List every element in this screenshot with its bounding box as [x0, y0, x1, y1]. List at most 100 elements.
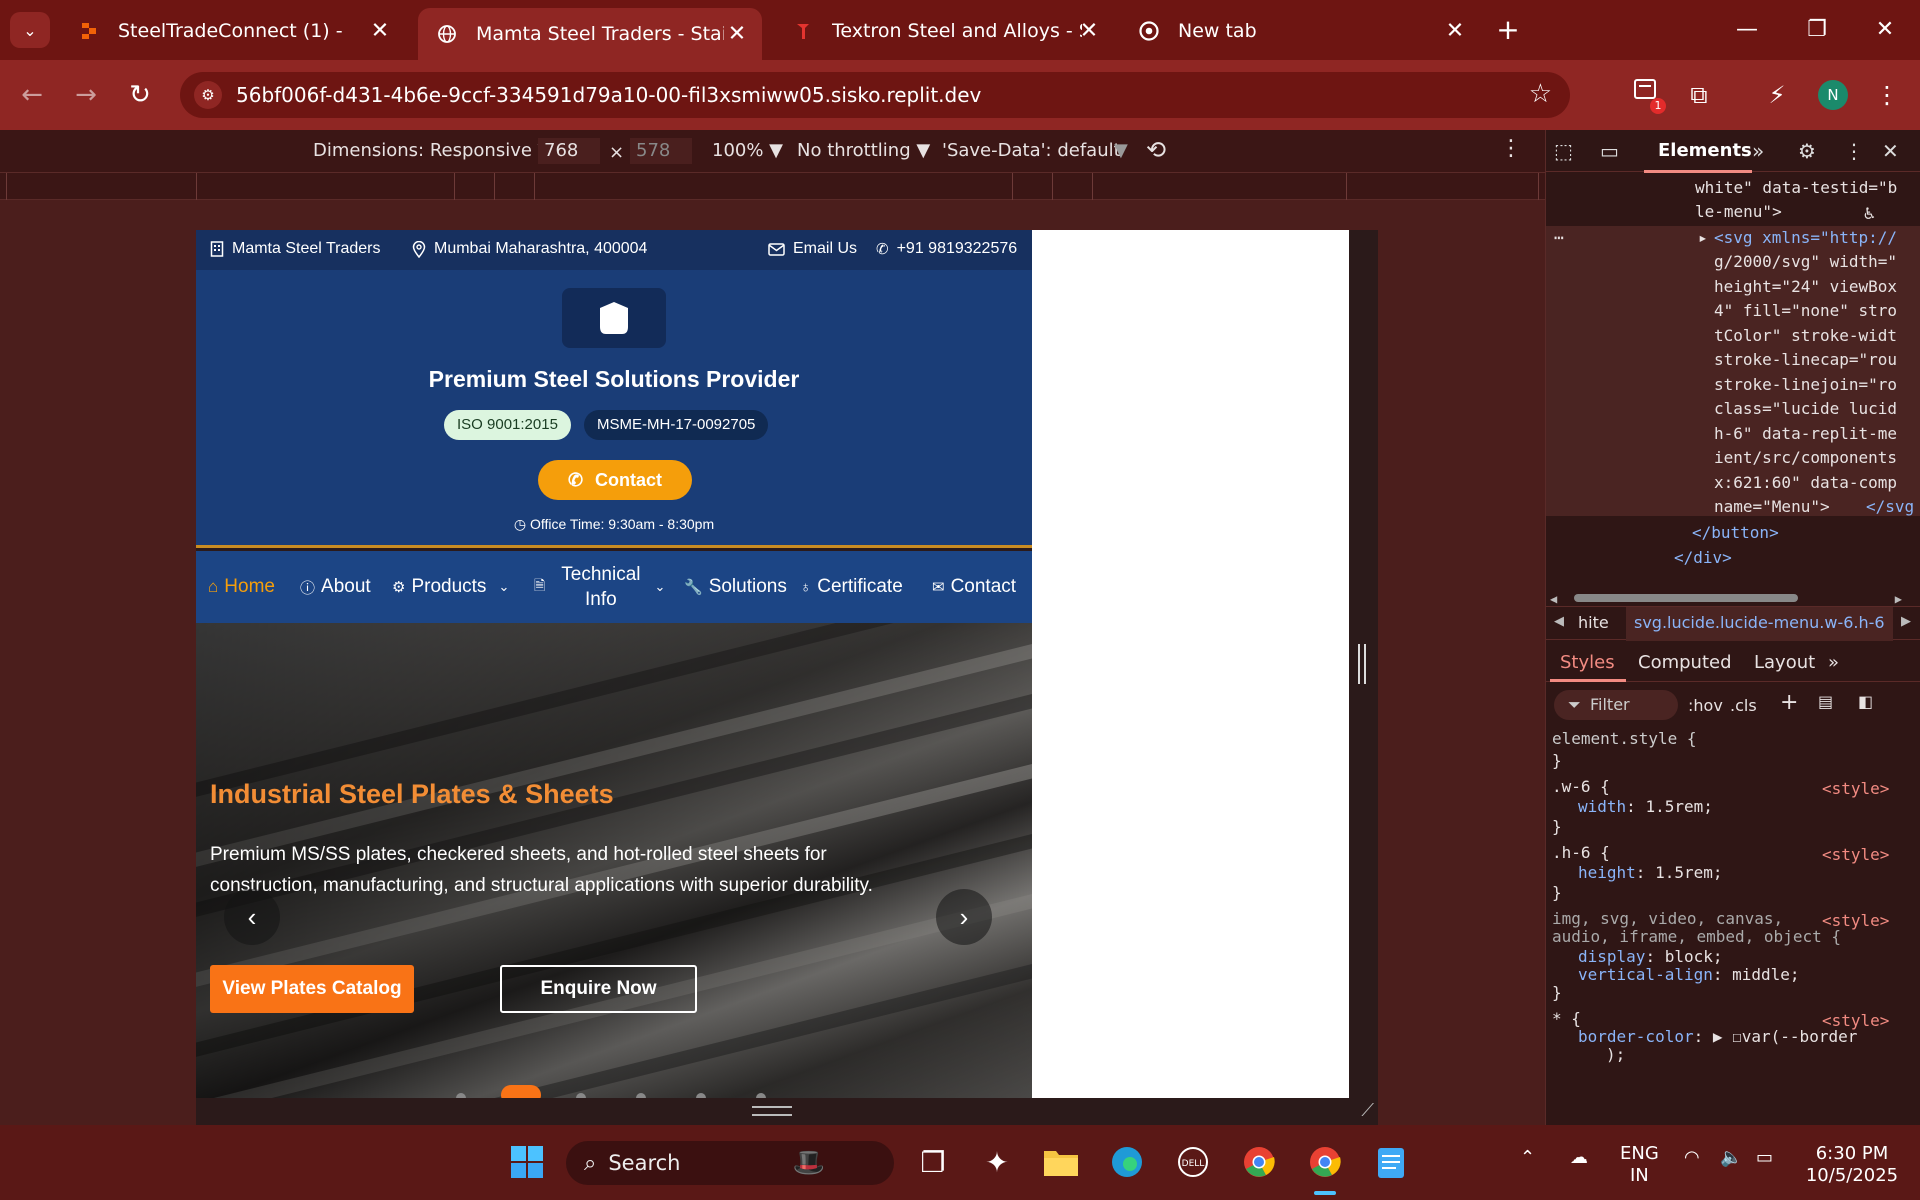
onedrive-icon[interactable]: ☁ — [1570, 1147, 1588, 1169]
kebab-icon[interactable]: ⋮ — [1844, 139, 1864, 163]
dom-line[interactable]: </button> — [1692, 521, 1779, 546]
restore-icon[interactable]: ❐ — [1792, 10, 1842, 50]
dell-icon[interactable]: DELL — [1170, 1139, 1216, 1185]
back-icon[interactable]: ← — [14, 77, 50, 113]
dom-line[interactable]: <svg xmlns="http:// — [1714, 226, 1897, 251]
save-data-select[interactable]: 'Save-Data': default — [942, 140, 1121, 161]
width-input[interactable]: 768 — [538, 138, 600, 164]
nav-contact[interactable]: ✉ Contact — [932, 551, 1016, 623]
email-link[interactable]: Email Us — [768, 240, 857, 258]
dom-line[interactable]: tColor" stroke-widt — [1714, 324, 1897, 349]
chrome-icon[interactable] — [1236, 1139, 1282, 1185]
menu-kebab-icon[interactable]: ⋮ — [1868, 76, 1906, 114]
tab-styles[interactable]: Styles — [1560, 652, 1615, 673]
task-view-icon[interactable]: ❐ — [910, 1139, 956, 1185]
breadcrumb-right-icon[interactable]: ▶ — [1901, 614, 1911, 629]
more-tabs-icon[interactable]: » — [1828, 652, 1839, 673]
rule-h6-selector[interactable]: .h-6 { — [1552, 842, 1610, 864]
extensions-icon[interactable]: ⧉ — [1680, 76, 1718, 114]
breadcrumb-prev[interactable]: hite — [1578, 613, 1609, 632]
enquire-now-button[interactable]: Enquire Now — [500, 965, 697, 1013]
dimensions-select[interactable]: Dimensions: Responsive ▼ — [313, 140, 552, 161]
dom-line[interactable]: ient/src/components — [1714, 446, 1897, 471]
close-icon[interactable]: ✕ — [1076, 19, 1102, 44]
file-explorer-icon[interactable] — [1038, 1139, 1084, 1185]
close-icon[interactable]: ✕ — [724, 22, 750, 47]
notepad-icon[interactable] — [1368, 1139, 1414, 1185]
tab-textron-steel[interactable]: Textron Steel and Alloys - Stainl ✕ — [774, 10, 1114, 52]
tab-mamta-steel[interactable]: Mamta Steel Traders - Stainless ✕ — [418, 8, 762, 60]
dom-line[interactable]: class="lucide lucid — [1714, 397, 1897, 422]
tab-new-tab[interactable]: New tab ✕ — [1120, 10, 1480, 52]
wifi-icon[interactable]: ◠ — [1684, 1147, 1700, 1169]
rule-w6-selector[interactable]: .w-6 { — [1552, 776, 1610, 798]
nav-technical-info[interactable]: 🗎 Technical Info ⌄ — [534, 551, 665, 623]
header-contact-button[interactable]: ✆ Contact — [538, 460, 692, 500]
dom-horizontal-scrollbar[interactable]: ◀ ▶ — [1550, 592, 1910, 606]
carousel-dot[interactable] — [456, 1093, 466, 1098]
nav-about[interactable]: ⓘ About — [300, 551, 371, 623]
minimize-icon[interactable]: — — [1722, 10, 1772, 50]
dom-line[interactable]: g/2000/svg" width=" — [1714, 250, 1897, 275]
close-icon[interactable]: ✕ — [1882, 139, 1899, 163]
nav-home[interactable]: ⌂ Home — [208, 551, 275, 623]
site-logo[interactable] — [562, 288, 666, 348]
dom-line[interactable]: name="Menu"> — [1714, 495, 1830, 520]
rotate-icon[interactable]: ⟲ — [1146, 136, 1166, 164]
zoom-select[interactable]: 100% ▼ — [712, 140, 783, 161]
performance-icon[interactable]: ⚡ — [1758, 76, 1796, 114]
resize-handle-bottom[interactable]: ⟋ — [196, 1098, 1378, 1125]
site-info-icon[interactable]: ⚙ — [194, 81, 222, 109]
phone-link[interactable]: ✆ +91 9819322576 — [876, 240, 1017, 258]
view-plates-catalog-button[interactable]: View Plates Catalog — [210, 965, 414, 1013]
dom-line[interactable]: </div> — [1674, 546, 1732, 571]
nav-certificate[interactable]: ♁ Certificate — [800, 551, 903, 623]
dom-line[interactable]: height="24" viewBox — [1714, 275, 1897, 300]
taskbar-search[interactable]: ⌕ Search 🎩 — [566, 1141, 894, 1185]
close-icon[interactable]: ✕ — [1442, 19, 1468, 44]
paint-icon[interactable]: ▤ — [1818, 692, 1833, 711]
nav-products[interactable]: ⚙ Products ⌄ — [392, 551, 509, 623]
carousel-chevron-left-icon[interactable]: ‹ — [224, 889, 280, 945]
tray-chevron-up-icon[interactable]: ⌃ — [1520, 1147, 1535, 1169]
dom-line[interactable]: </svg — [1866, 495, 1914, 520]
tab-computed[interactable]: Computed — [1638, 652, 1732, 673]
extension-icon[interactable]: 1 — [1626, 76, 1666, 114]
new-tab-plus-icon[interactable]: + — [1488, 12, 1528, 48]
tab-elements[interactable]: Elements — [1644, 140, 1752, 173]
carousel-chevron-right-icon[interactable]: › — [936, 889, 992, 945]
breadcrumb-left-icon[interactable]: ◀ — [1554, 614, 1564, 629]
volume-icon[interactable]: 🔈 — [1720, 1147, 1742, 1169]
clock[interactable]: 6:30 PM 10/5/2025 — [1800, 1143, 1904, 1187]
tab-layout[interactable]: Layout — [1754, 652, 1815, 673]
dom-line[interactable]: 4" fill="none" stro — [1714, 299, 1897, 324]
styles-filter-input[interactable]: ⏷ Filter — [1554, 690, 1678, 720]
carousel-dot[interactable] — [576, 1093, 586, 1098]
tab-search-chevron-down-icon[interactable]: ⌄ — [10, 12, 50, 48]
nav-solutions[interactable]: 🔧 Solutions — [684, 551, 787, 623]
cls-toggle[interactable]: .cls — [1730, 696, 1757, 715]
carousel-dot[interactable] — [636, 1093, 646, 1098]
dom-line[interactable]: x:621:60" data-comp — [1714, 471, 1897, 496]
dom-line[interactable]: white" data-testid="b — [1695, 176, 1897, 201]
dom-line[interactable]: h-6" data-replit-me — [1714, 422, 1897, 447]
edge-icon[interactable] — [1104, 1139, 1150, 1185]
dom-line[interactable]: stroke-linecap="rou — [1714, 348, 1897, 373]
battery-icon[interactable]: ▭ — [1756, 1147, 1773, 1169]
chrome-active-icon[interactable] — [1302, 1139, 1348, 1195]
sidebar-toggle-icon[interactable]: ◧ — [1858, 692, 1873, 711]
plus-icon[interactable]: + — [1780, 690, 1798, 715]
dom-line[interactable]: le-menu"> — [1695, 200, 1782, 225]
forward-icon[interactable]: → — [68, 77, 104, 113]
rule-source[interactable]: <style> — [1822, 844, 1889, 866]
profile-avatar[interactable]: N — [1818, 80, 1848, 110]
carousel-dot[interactable] — [696, 1093, 706, 1098]
rule-star-selector[interactable]: * { — [1552, 1008, 1581, 1030]
resize-handle-right[interactable] — [1358, 644, 1366, 684]
hov-toggle[interactable]: :hov — [1688, 696, 1723, 715]
more-options-icon[interactable]: ⋮ — [1500, 136, 1522, 161]
dom-line[interactable]: stroke-linejoin="ro — [1714, 373, 1897, 398]
more-tabs-icon[interactable]: » — [1752, 139, 1764, 163]
rule-source[interactable]: <style> — [1822, 778, 1889, 800]
throttle-select[interactable]: No throttling ▼ — [797, 140, 930, 161]
